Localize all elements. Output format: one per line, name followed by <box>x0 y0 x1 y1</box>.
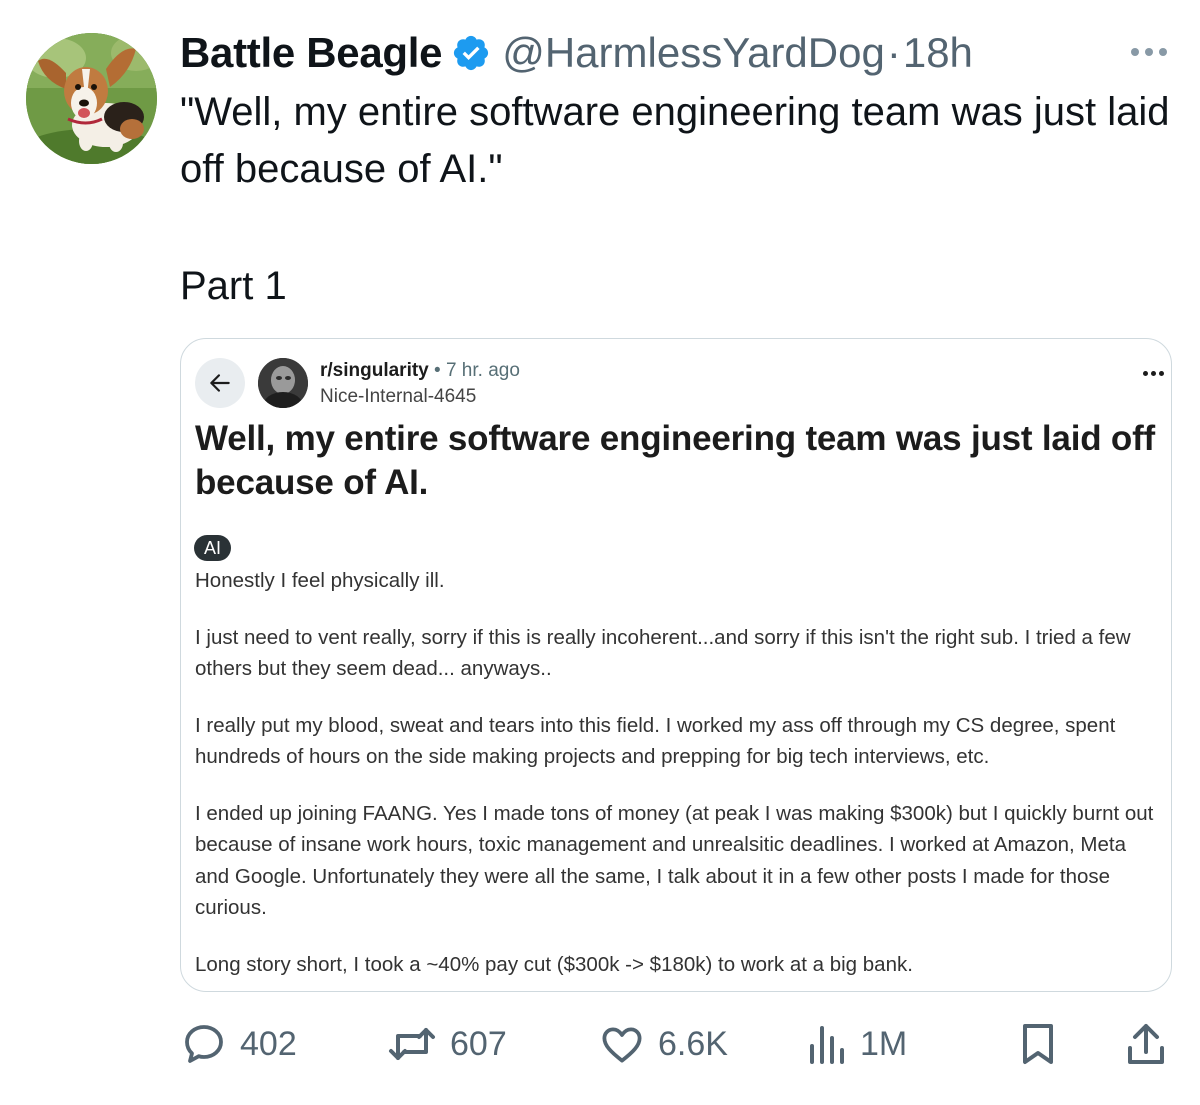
repost-button[interactable]: 607 <box>386 1016 507 1072</box>
tweet-header: Battle Beagle @HarmlessYardDog · 18h <box>180 28 973 78</box>
post-title: Well, my entire software engineering tea… <box>195 419 1156 502</box>
post-paragraph: Honestly I feel physically ill. <box>195 569 445 592</box>
post-paragraph: I just need to vent really, sorry if thi… <box>195 625 1131 681</box>
repost-arrows-icon <box>389 1028 435 1060</box>
reply-button[interactable]: 402 <box>180 1016 297 1072</box>
arrow-left-icon <box>210 374 230 392</box>
reply-count: 402 <box>240 1024 297 1063</box>
verified-badge-icon <box>454 35 489 71</box>
like-button[interactable]: 6.6K <box>598 1016 728 1072</box>
post-paragraph: I really put my blood, sweat and tears i… <box>195 713 1116 769</box>
post-more-icon <box>1143 371 1164 376</box>
heart-icon <box>602 1027 642 1063</box>
embedded-post-image[interactable]: r/singularity • 7 hr. ago Nice-Internal-… <box>180 338 1172 992</box>
views-button[interactable]: 1M <box>808 1016 907 1072</box>
post-flair: AI <box>194 535 232 561</box>
bookmark-button[interactable] <box>1016 1016 1060 1072</box>
bookmark-icon <box>1023 1024 1053 1064</box>
subreddit-line: r/singularity • 7 hr. ago <box>320 360 520 382</box>
profile-avatar[interactable] <box>26 33 157 164</box>
speech-bubble-icon <box>185 1025 223 1063</box>
subreddit-name: r/singularity <box>320 360 429 381</box>
post-author: Nice-Internal-4645 <box>320 386 477 407</box>
post-time[interactable]: 18h <box>903 29 973 77</box>
like-count: 6.6K <box>658 1024 728 1063</box>
separator-dot: · <box>886 29 901 76</box>
tweet-text: "Well, my entire software engineering te… <box>180 90 1170 191</box>
post-paragraph: Long story short, I took a ~40% pay cut … <box>195 952 913 976</box>
share-upload-icon <box>1128 1024 1164 1064</box>
user-handle[interactable]: @HarmlessYardDog <box>502 29 885 77</box>
repost-count: 607 <box>450 1024 507 1063</box>
back-button[interactable] <box>195 358 245 408</box>
bar-chart-icon <box>810 1026 844 1064</box>
post-paragraph: I ended up joining FAANG. Yes I made ton… <box>195 801 1154 920</box>
view-count: 1M <box>860 1024 908 1063</box>
post-body: Honestly I feel physically ill. I just n… <box>195 565 1165 991</box>
subreddit-avatar <box>258 358 308 408</box>
more-options-button[interactable] <box>1125 34 1173 70</box>
share-button[interactable] <box>1124 1016 1168 1072</box>
tweet-action-bar: 402 607 6.6K 1M <box>180 1016 1172 1072</box>
tweet-part-label: Part 1 <box>180 264 287 308</box>
post-age: • 7 hr. ago <box>434 360 520 381</box>
display-name[interactable]: Battle Beagle <box>180 29 443 77</box>
more-horizontal-icon <box>1131 48 1139 56</box>
